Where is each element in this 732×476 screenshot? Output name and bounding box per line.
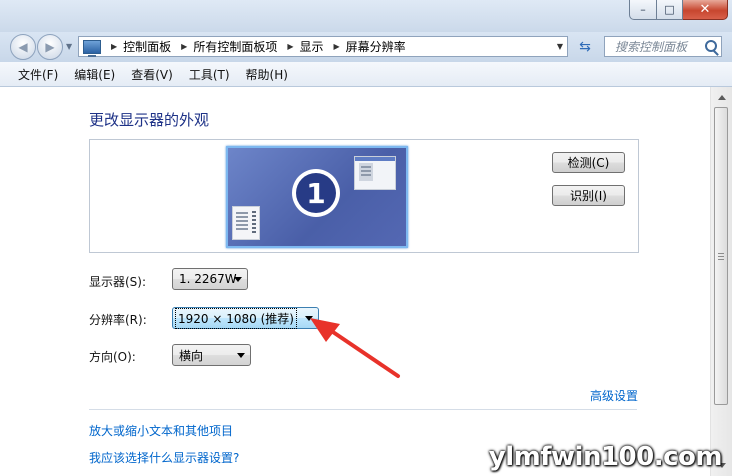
maximize-button[interactable]: □ [657, 0, 683, 20]
orientation-select[interactable]: 横向 [172, 344, 251, 366]
watermark-text: ylmfwin100.com [488, 442, 723, 472]
advanced-settings-link[interactable]: 高级设置 [590, 387, 638, 404]
search-icon[interactable] [705, 40, 717, 52]
close-icon: ✕ [699, 2, 711, 17]
monitor-number: 1 [296, 173, 336, 213]
resolution-select[interactable]: 1920 × 1080 (推荐) [172, 307, 319, 329]
search-placeholder: 搜索控制面板 [615, 40, 688, 54]
menu-bar: 文件(F) 编辑(E) 查看(V) 工具(T) 帮助(H) [0, 62, 732, 87]
display-select-value: 1. 2267W [179, 272, 237, 286]
forward-button[interactable]: ▶ [37, 34, 63, 60]
chevron-down-icon [237, 353, 245, 358]
window-preview-sidebar [359, 163, 373, 181]
back-button[interactable]: ◀ [10, 34, 36, 60]
control-panel-icon [83, 39, 101, 57]
chevron-right-icon[interactable]: ▶ [334, 42, 340, 51]
chevron-right-icon[interactable]: ▶ [111, 42, 117, 51]
menu-edit[interactable]: 编辑(E) [66, 66, 123, 83]
resolution-label: 分辨率(R): [89, 313, 147, 327]
menu-file[interactable]: 文件(F) [10, 66, 66, 83]
arrow-left-icon: ◀ [18, 40, 28, 54]
page-title: 更改显示器的外观 [89, 111, 210, 129]
display-label: 显示器(S): [89, 275, 147, 289]
detect-button[interactable]: 检测(C) [552, 152, 625, 173]
minimize-button[interactable]: – [629, 0, 657, 20]
monitor-tile[interactable]: 1 [226, 146, 408, 248]
which-display-settings-link[interactable]: 我应该选择什么显示器设置? [89, 449, 239, 466]
orientation-select-value: 横向 [179, 348, 204, 363]
menu-tools[interactable]: 工具(T) [181, 66, 238, 83]
chevron-right-icon[interactable]: ▶ [287, 42, 293, 51]
identify-button[interactable]: 识别(I) [552, 185, 625, 206]
menu-help[interactable]: 帮助(H) [238, 66, 296, 83]
window-preview-icon [354, 156, 396, 190]
title-bar: – □ ✕ [0, 0, 732, 32]
scroll-up-icon[interactable] [718, 95, 726, 100]
document-preview-icon [232, 206, 260, 240]
address-bar[interactable]: ▶ 控制面板 ▶ 所有控制面板项 ▶ 显示 ▶ 屏幕分辨率 ▼ [78, 36, 568, 57]
divider [89, 409, 637, 410]
navigation-bar: ◀ ▶ ▼ ▶ 控制面板 ▶ 所有控制面板项 ▶ 显示 ▶ 屏幕分辨率 ▼ ⇆ … [0, 32, 732, 62]
chevron-down-icon [305, 316, 313, 321]
orientation-label: 方向(O): [89, 350, 136, 364]
chevron-down-icon [234, 277, 242, 282]
refresh-button[interactable]: ⇆ [572, 36, 598, 57]
refresh-icon: ⇆ [579, 38, 591, 55]
breadcrumb-display[interactable]: 显示 [300, 38, 324, 55]
breadcrumb-screen-resolution[interactable]: 屏幕分辨率 [346, 38, 406, 55]
recent-pages-dropdown-icon[interactable]: ▼ [66, 42, 72, 51]
address-dropdown-icon[interactable]: ▼ [557, 42, 563, 51]
resolution-select-value: 1920 × 1080 (推荐) [175, 307, 297, 329]
window-preview-titlebar [355, 157, 395, 161]
scrollbar-thumb[interactable] [714, 107, 728, 405]
main-content: 更改显示器的外观 1 检测(C) 识别(I) 显示器(S): 1. 2267W … [0, 87, 710, 476]
breadcrumb-control-panel[interactable]: 控制面板 [123, 38, 171, 55]
monitor-number-badge: 1 [292, 169, 340, 217]
grip-icon [718, 253, 724, 260]
display-select[interactable]: 1. 2267W [172, 268, 248, 290]
menu-view[interactable]: 查看(V) [123, 66, 181, 83]
chevron-right-icon[interactable]: ▶ [181, 42, 187, 51]
caption-buttons: – □ ✕ [629, 0, 728, 20]
vertical-scrollbar[interactable] [710, 87, 732, 476]
maximize-icon: □ [664, 3, 675, 16]
breadcrumb-all-items[interactable]: 所有控制面板项 [193, 38, 277, 55]
close-button[interactable]: ✕ [683, 0, 728, 20]
search-input[interactable]: 搜索控制面板 [604, 36, 722, 57]
text-size-link[interactable]: 放大或缩小文本和其他项目 [89, 422, 233, 439]
arrow-right-icon: ▶ [45, 40, 55, 54]
minimize-icon: – [640, 3, 646, 16]
